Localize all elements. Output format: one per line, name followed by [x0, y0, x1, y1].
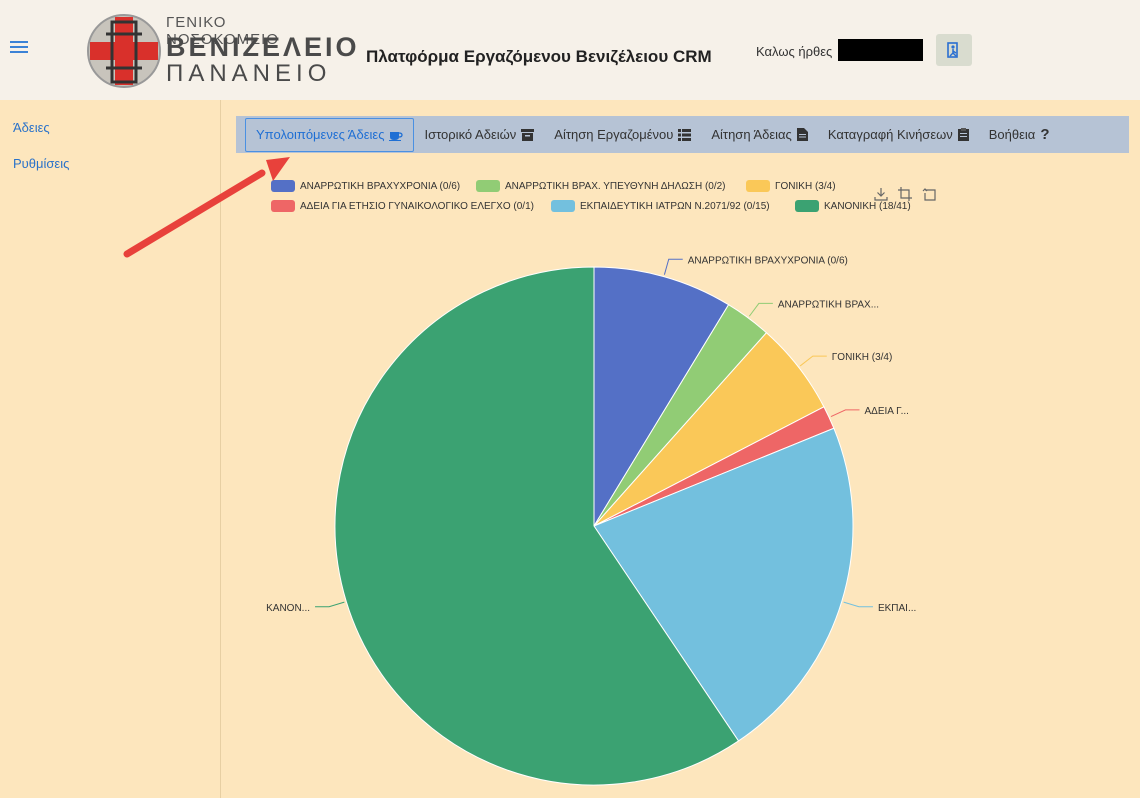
pie-label-line [748, 302, 773, 317]
pie-label: ΚΑΝΟΝ... [266, 603, 310, 614]
pie-label: ΑΝΑΡΡΩΤΙΚΗ ΒΡΑΧ... [778, 299, 879, 310]
pie-label-line [799, 355, 827, 367]
pie-chart: ΑΝΑΡΡΩΤΙΚΗ ΒΡΑΧΥΧΡΟΝΙΑ (0/6) ΑΝΑΡΡΩΤΙΚΗ Β… [123, 157, 916, 786]
pie-label-line [830, 409, 860, 418]
pie-label: ΑΝΑΡΡΩΤΙΚΗ ΒΡΑΧΥΧΡΟΝΙΑ (0/6) [688, 255, 848, 266]
pie-label-line [663, 258, 683, 275]
pie-label: ΓΟΝΙΚΗ (3/4) [832, 352, 893, 363]
annotation-arrow [123, 157, 290, 258]
pie-label: ΑΔΕΙΑ Γ... [864, 406, 908, 417]
pie-label-line [843, 601, 873, 608]
pie-label-line [315, 601, 345, 608]
pie-slices [334, 266, 854, 786]
pie-label: ΕΚΠΑΙ... [878, 603, 916, 614]
